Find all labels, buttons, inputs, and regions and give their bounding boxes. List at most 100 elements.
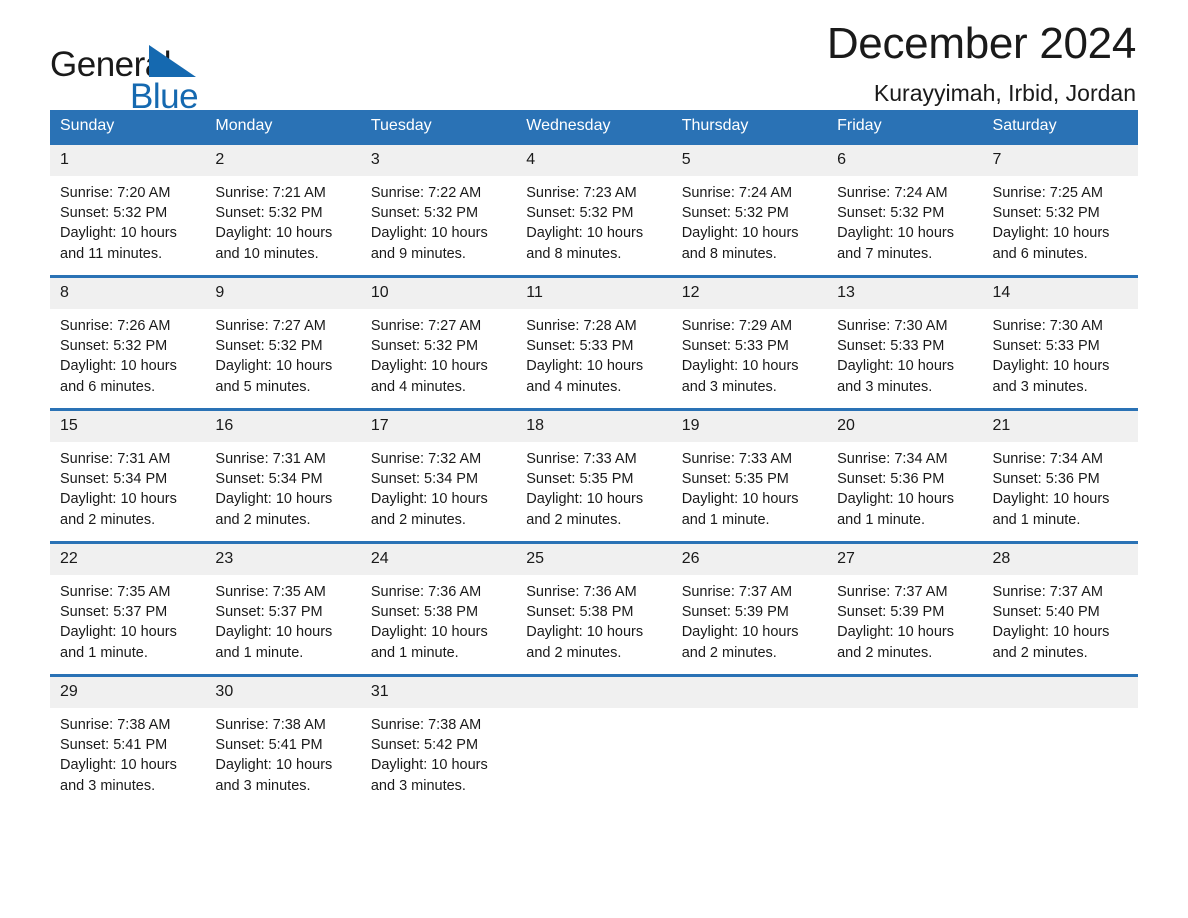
day-number: [982, 677, 1138, 708]
sunset-text: Sunset: 5:32 PM: [992, 205, 1100, 222]
daylight-text: Daylight: 10 hours and 3 minutes.: [837, 358, 954, 395]
day-details: Sunrise: 7:36 AM Sunset: 5:38 PM Daylight:…: [516, 575, 671, 663]
calendar-page: General Blue December 2024 Kurayyimah, I…: [0, 0, 1188, 918]
calendar-day-cell[interactable]: 30 Sunrise: 7:38 AM Sunset: 5:41 PM Dayligh…: [205, 674, 361, 804]
sunset-text: Sunset: 5:34 PM: [215, 471, 323, 488]
day-number: 13: [827, 278, 983, 309]
calendar-day-cell[interactable]: 6 Sunrise: 7:24 AM Sunset: 5:32 PM Daylight…: [827, 142, 983, 277]
day-cell-inner: 3 Sunrise: 7:22 AM Sunset: 5:32 PM Daylight…: [360, 145, 517, 275]
sunrise-text: Sunrise: 7:30 AM: [992, 318, 1103, 334]
calendar-day-cell[interactable]: 17 Sunrise: 7:32 AM Sunset: 5:34 PM Dayligh…: [360, 408, 517, 543]
weekday-label: Tuesday: [370, 117, 432, 134]
calendar-day-cell[interactable]: 21 Sunrise: 7:34 AM Sunset: 5:36 PM Dayligh…: [982, 408, 1138, 543]
day-cell-inner: 26 Sunrise: 7:37 AM Sunset: 5:39 PM Dayligh…: [671, 544, 828, 674]
calendar-day-cell[interactable]: 16 Sunrise: 7:31 AM Sunset: 5:34 PM Dayligh…: [205, 408, 361, 543]
day-cell-inner: 4 Sunrise: 7:23 AM Sunset: 5:32 PM Daylight…: [516, 145, 672, 275]
sunrise-text: Sunrise: 7:24 AM: [837, 185, 948, 201]
calendar-day-cell[interactable]: 14 Sunrise: 7:30 AM Sunset: 5:33 PM Dayligh…: [982, 275, 1138, 410]
day-details: Sunrise: 7:36 AM Sunset: 5:38 PM Daylight:…: [361, 575, 516, 663]
calendar-day-cell[interactable]: 1 Sunrise: 7:20 AM Sunset: 5:32 PM Daylight…: [50, 142, 206, 277]
calendar-day-cell[interactable]: 19 Sunrise: 7:33 AM Sunset: 5:35 PM Dayligh…: [671, 408, 828, 543]
day-number: 27: [827, 544, 983, 575]
calendar-day-cell[interactable]: 25 Sunrise: 7:36 AM Sunset: 5:38 PM Dayligh…: [516, 541, 672, 676]
calendar-day-cell[interactable]: 3 Sunrise: 7:22 AM Sunset: 5:32 PM Daylight…: [360, 142, 517, 277]
day-number: 15: [50, 411, 206, 442]
calendar-day-cell[interactable]: 10 Sunrise: 7:27 AM Sunset: 5:32 PM Dayligh…: [360, 275, 517, 410]
sunset-text: Sunset: 5:37 PM: [215, 604, 323, 621]
calendar-day-cell[interactable]: 13 Sunrise: 7:30 AM Sunset: 5:33 PM Dayligh…: [827, 275, 983, 410]
day-cell-inner: 21 Sunrise: 7:34 AM Sunset: 5:36 PM Dayligh…: [982, 411, 1138, 541]
calendar-day-cell[interactable]: 27 Sunrise: 7:37 AM Sunset: 5:39 PM Dayligh…: [827, 541, 983, 676]
day-number: 5: [671, 145, 828, 176]
calendar-day-cell[interactable]: 8 Sunrise: 7:26 AM Sunset: 5:32 PM Daylight…: [50, 275, 206, 410]
day-details: Sunrise: 7:24 AM Sunset: 5:32 PM Daylight:…: [827, 176, 982, 264]
daylight-text: Daylight: 10 hours and 1 minute.: [370, 624, 488, 661]
sunrise-text: Sunrise: 7:37 AM: [992, 584, 1103, 600]
sunset-text: Sunset: 5:32 PM: [215, 205, 323, 222]
sunrise-text: Sunrise: 7:23 AM: [526, 185, 637, 201]
daylight-text: Daylight: 10 hours and 1 minute.: [60, 624, 177, 661]
daylight-text: Daylight: 10 hours and 2 minutes.: [60, 491, 177, 528]
sunrise-text: Sunrise: 7:20 AM: [60, 185, 171, 201]
sunrise-text: Sunrise: 7:27 AM: [215, 318, 326, 334]
day-cell-inner: 7 Sunrise: 7:25 AM Sunset: 5:32 PM Daylight…: [982, 145, 1138, 275]
sunrise-text: Sunrise: 7:37 AM: [837, 584, 948, 600]
sunset-text: Sunset: 5:41 PM: [60, 737, 168, 754]
calendar-day-cell[interactable]: 12 Sunrise: 7:29 AM Sunset: 5:33 PM Dayligh…: [671, 275, 828, 410]
daylight-text: Daylight: 10 hours and 3 minutes.: [681, 358, 799, 395]
day-details: Sunrise: 7:32 AM Sunset: 5:34 PM Daylight:…: [361, 442, 516, 530]
calendar-day-cell[interactable]: 29 Sunrise: 7:38 AM Sunset: 5:41 PM Dayligh…: [50, 674, 206, 804]
daylight-text: Daylight: 10 hours and 4 minutes.: [370, 358, 488, 395]
general-blue-logo[interactable]: General Blue: [50, 18, 260, 114]
calendar-day-cell[interactable]: 23 Sunrise: 7:35 AM Sunset: 5:37 PM Dayligh…: [205, 541, 361, 676]
sunset-text: Sunset: 5:36 PM: [837, 471, 945, 488]
calendar-day-cell[interactable]: 7 Sunrise: 7:25 AM Sunset: 5:32 PM Daylight…: [982, 142, 1138, 277]
day-details: Sunrise: 7:28 AM Sunset: 5:33 PM Daylight:…: [516, 309, 671, 397]
day-details: Sunrise: 7:26 AM Sunset: 5:32 PM Daylight:…: [50, 309, 205, 397]
day-number: 11: [516, 278, 672, 309]
daylight-text: Daylight: 10 hours and 2 minutes.: [837, 624, 954, 661]
day-cell-inner: 22 Sunrise: 7:35 AM Sunset: 5:37 PM Dayligh…: [50, 544, 206, 674]
day-cell-inner: 23 Sunrise: 7:35 AM Sunset: 5:37 PM Dayligh…: [205, 544, 361, 674]
calendar-day-cell[interactable]: 15 Sunrise: 7:31 AM Sunset: 5:34 PM Dayligh…: [50, 408, 206, 543]
calendar-day-cell[interactable]: 26 Sunrise: 7:37 AM Sunset: 5:39 PM Dayligh…: [671, 541, 828, 676]
day-details: Sunrise: 7:24 AM Sunset: 5:32 PM Daylight:…: [672, 176, 827, 264]
calendar-day-cell[interactable]: 9 Sunrise: 7:27 AM Sunset: 5:32 PM Daylight…: [205, 275, 361, 410]
calendar-day-cell[interactable]: 5 Sunrise: 7:24 AM Sunset: 5:32 PM Daylight…: [671, 142, 828, 277]
calendar-header-row: Sunday Monday Tuesday Wednesday Thursday…: [50, 110, 1138, 144]
sunrise-text: Sunrise: 7:29 AM: [681, 318, 793, 334]
day-details: Sunrise: 7:20 AM Sunset: 5:32 PM Daylight:…: [50, 176, 205, 264]
weekday-label: Saturday: [992, 117, 1057, 134]
calendar-day-cell[interactable]: 20 Sunrise: 7:34 AM Sunset: 5:36 PM Dayligh…: [827, 408, 983, 543]
sunset-text: Sunset: 5:32 PM: [370, 205, 479, 222]
calendar-day-cell[interactable]: 31 Sunrise: 7:38 AM Sunset: 5:42 PM Dayligh…: [360, 674, 517, 804]
day-number: 21: [982, 411, 1138, 442]
day-details: Sunrise: 7:21 AM Sunset: 5:32 PM Daylight:…: [205, 176, 360, 264]
day-details: Sunrise: 7:35 AM Sunset: 5:37 PM Daylight:…: [205, 575, 360, 663]
calendar-day-cell[interactable]: 11 Sunrise: 7:28 AM Sunset: 5:33 PM Dayligh…: [516, 275, 672, 410]
day-number: 3: [360, 145, 517, 176]
day-number: 17: [360, 411, 517, 442]
day-number: 26: [671, 544, 828, 575]
sunrise-text: Sunrise: 7:36 AM: [370, 584, 482, 600]
calendar-day-cell[interactable]: 18 Sunrise: 7:33 AM Sunset: 5:35 PM Dayligh…: [516, 408, 672, 543]
daylight-text: Daylight: 10 hours and 1 minute.: [992, 491, 1110, 528]
sunset-text: Sunset: 5:32 PM: [60, 205, 168, 222]
daylight-text: Daylight: 10 hours and 7 minutes.: [837, 225, 954, 262]
title-block: December 2024 Kurayyimah, Irbid, Jordan: [827, 18, 1138, 110]
day-cell-inner: [827, 677, 983, 804]
day-details: Sunrise: 7:33 AM Sunset: 5:35 PM Daylight:…: [672, 442, 827, 530]
daylight-text: Daylight: 10 hours and 1 minute.: [837, 491, 954, 528]
day-details: Sunrise: 7:38 AM Sunset: 5:42 PM Daylight:…: [361, 708, 516, 796]
sunset-text: Sunset: 5:34 PM: [370, 471, 479, 488]
calendar-day-cell[interactable]: 22 Sunrise: 7:35 AM Sunset: 5:37 PM Dayligh…: [50, 541, 206, 676]
calendar-day-cell[interactable]: 2 Sunrise: 7:21 AM Sunset: 5:32 PM Daylight…: [205, 142, 361, 277]
calendar-day-cell-empty: [671, 674, 828, 804]
logo-text-blue: Blue: [130, 77, 199, 116]
calendar-day-cell[interactable]: 4 Sunrise: 7:23 AM Sunset: 5:32 PM Daylight…: [516, 142, 672, 277]
day-details: Sunrise: 7:27 AM Sunset: 5:32 PM Daylight:…: [361, 309, 516, 397]
calendar-day-cell[interactable]: 24 Sunrise: 7:36 AM Sunset: 5:38 PM Dayligh…: [360, 541, 517, 676]
daylight-text: Daylight: 10 hours and 6 minutes.: [60, 358, 177, 395]
day-details: Sunrise: 7:25 AM Sunset: 5:32 PM Daylight:…: [983, 176, 1138, 264]
calendar-day-cell[interactable]: 28 Sunrise: 7:37 AM Sunset: 5:40 PM Dayligh…: [982, 541, 1138, 676]
